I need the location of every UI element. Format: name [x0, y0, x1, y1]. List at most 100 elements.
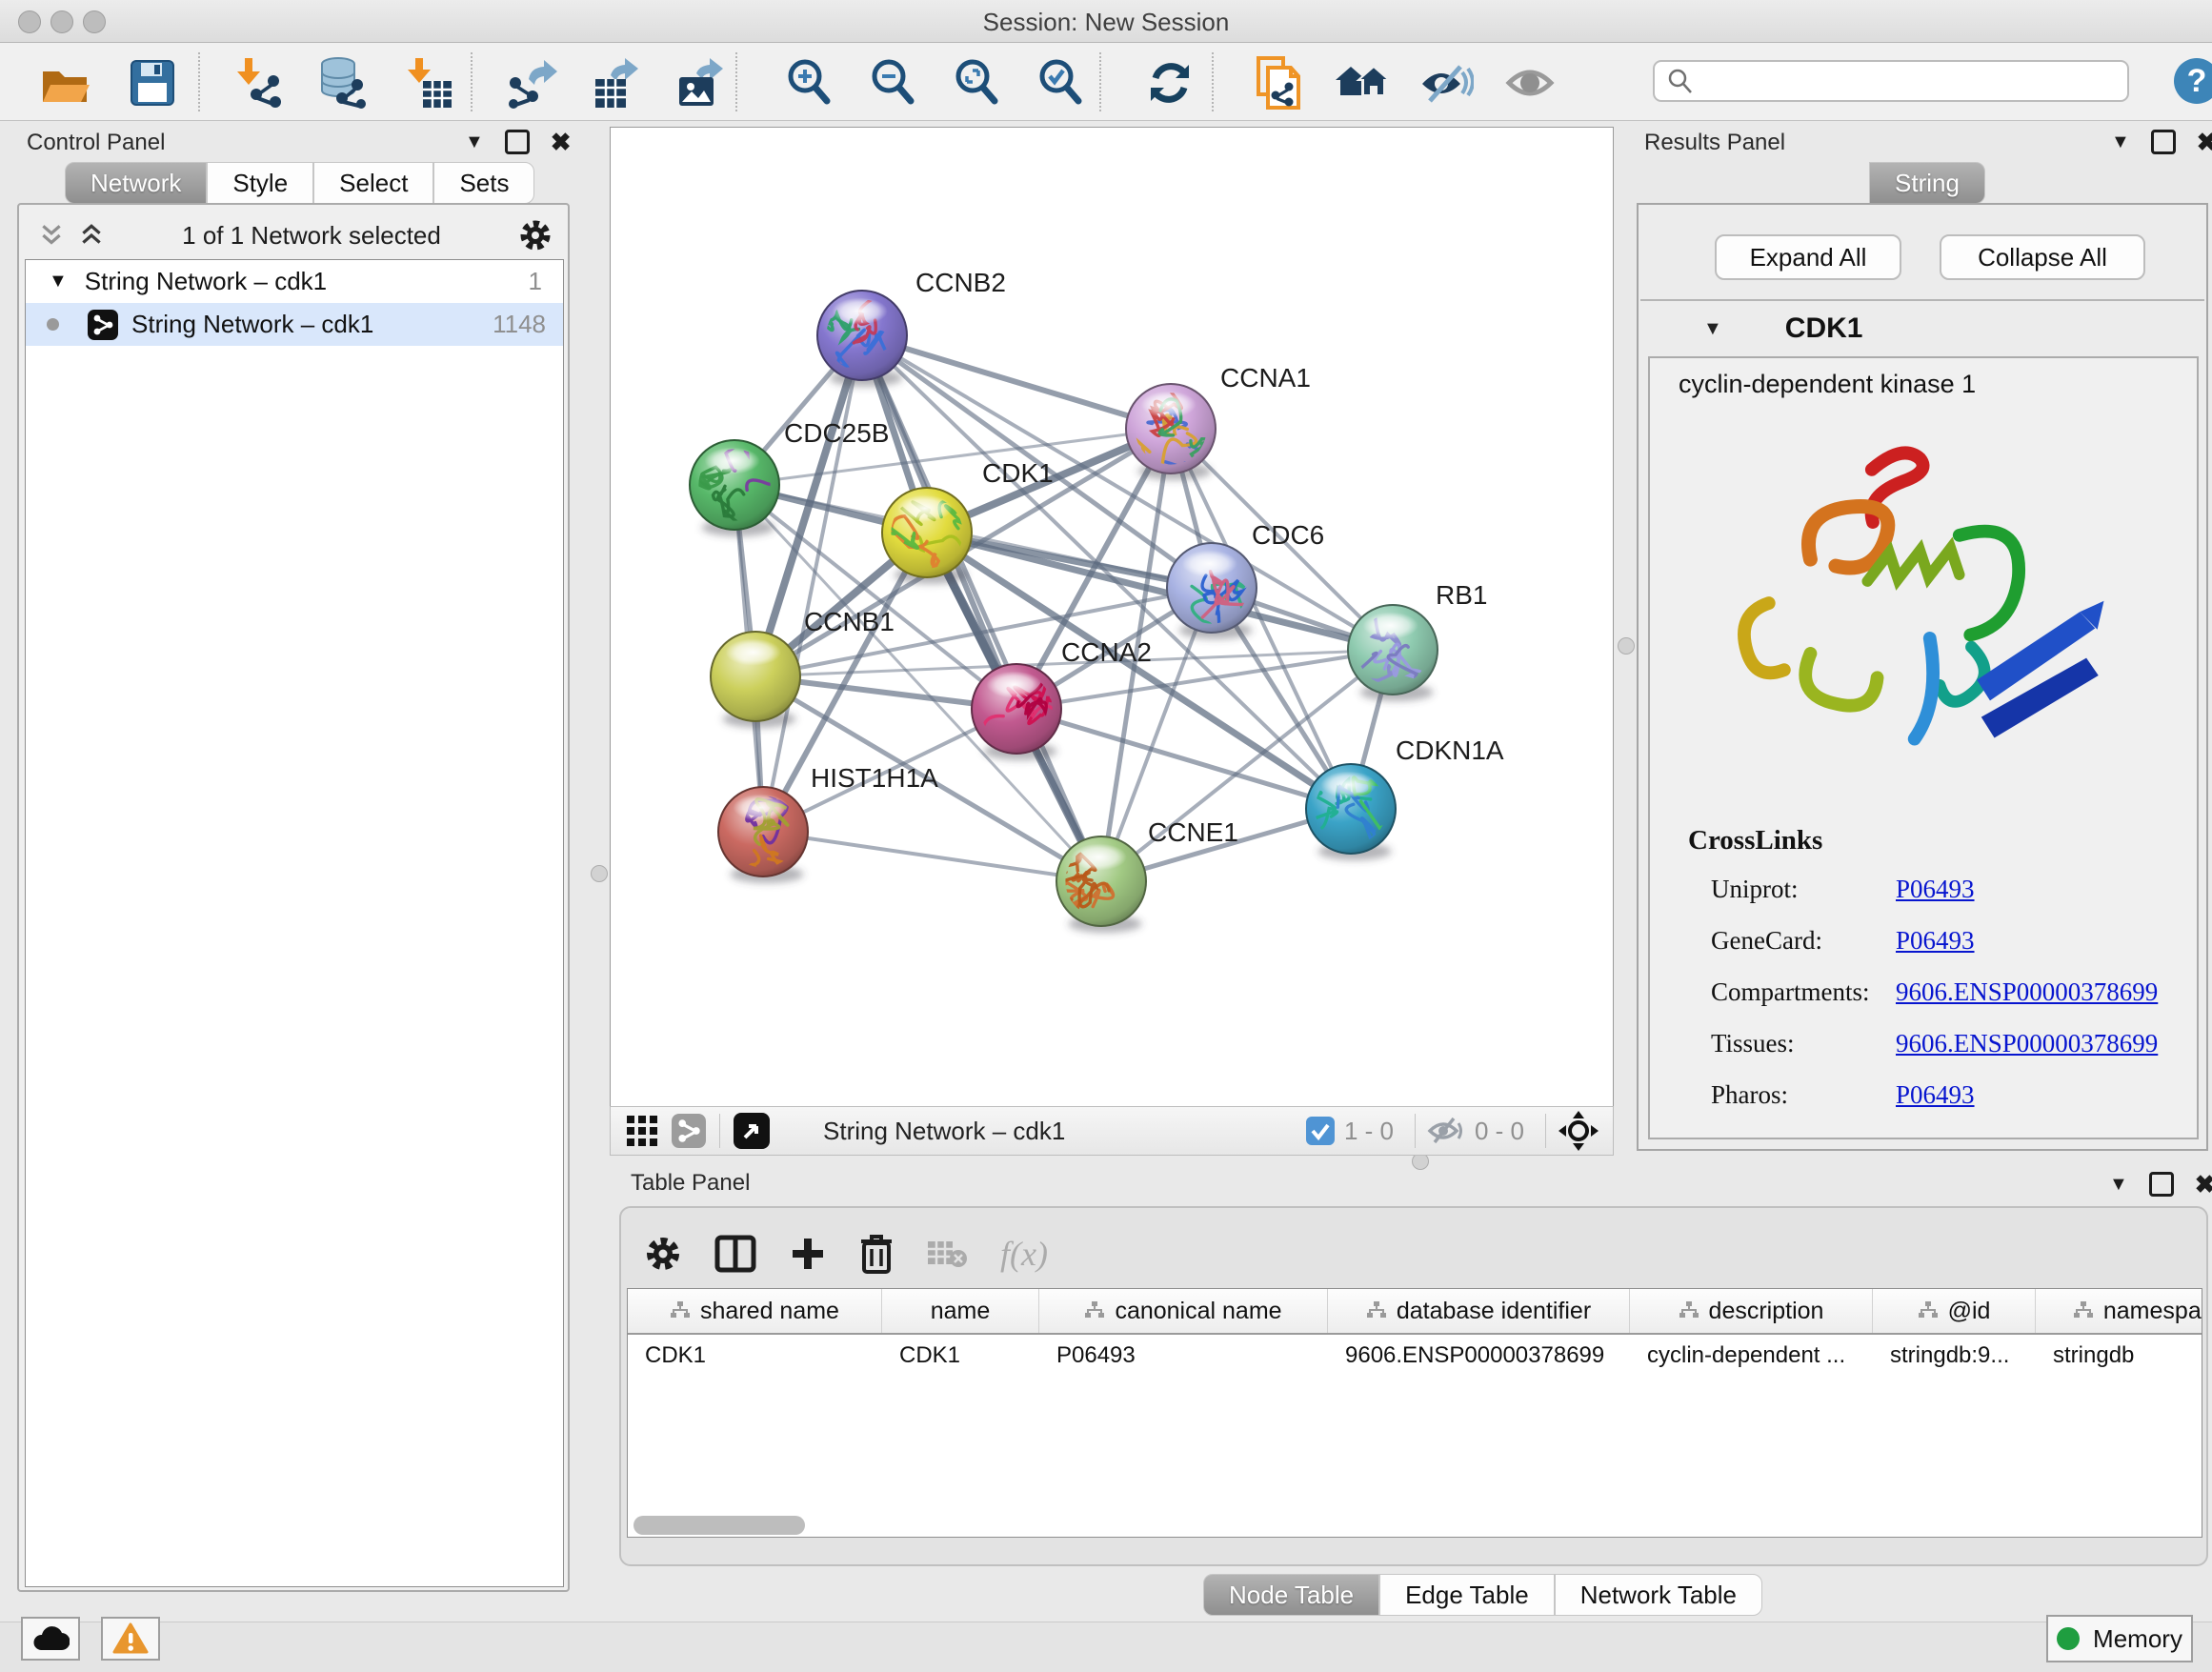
- import-table-button[interactable]: [398, 56, 455, 110]
- collapse-all-networks-icon[interactable]: [38, 222, 65, 249]
- column-header-canonical-name[interactable]: canonical name: [1039, 1289, 1328, 1333]
- crosslink-link[interactable]: P06493: [1896, 1080, 1975, 1110]
- table-row[interactable]: CDK1CDK1P064939606.ENSP00000378699cyclin…: [628, 1335, 2202, 1377]
- tab-network[interactable]: Network: [65, 162, 207, 204]
- graph-node-CDKN1A[interactable]: CDKN1A: [1306, 735, 1504, 860]
- export-table-button[interactable]: [587, 56, 644, 110]
- title-bar: Session: New Session: [0, 0, 2212, 43]
- tab-string[interactable]: String: [1869, 162, 1985, 204]
- show-columns-icon[interactable]: [714, 1235, 756, 1273]
- table-cell[interactable]: CDK1: [628, 1335, 882, 1377]
- network-view-canvas[interactable]: CCNB2CCNA1CDC25BCDK1CDC6RB1CCNB1CCNA2CDK…: [610, 127, 1614, 1108]
- import-network-icon: [231, 56, 287, 110]
- crosslink-link[interactable]: 9606.ENSP00000378699: [1896, 1029, 2158, 1058]
- table-panel-close-icon[interactable]: ✖: [2195, 1175, 2212, 1194]
- table-cell[interactable]: cyclin-dependent ...: [1630, 1335, 1873, 1377]
- zoom-fit-button[interactable]: [949, 56, 1006, 110]
- column-header-name[interactable]: name: [882, 1289, 1039, 1333]
- export-network-button[interactable]: [503, 56, 560, 110]
- memory-button[interactable]: Memory: [2046, 1615, 2193, 1662]
- apply-layout-button[interactable]: [1141, 56, 1198, 110]
- new-network-from-selection-button[interactable]: [1250, 56, 1307, 110]
- crosslink-link[interactable]: 9606.ENSP00000378699: [1896, 977, 2158, 1007]
- graph-edge-CCNB2-CCNE1[interactable]: [862, 335, 1101, 881]
- network-options-gear-icon[interactable]: [518, 218, 553, 252]
- tab-sets[interactable]: Sets: [433, 162, 534, 204]
- navigator-crosshair-icon[interactable]: [1558, 1110, 1599, 1152]
- table-settings-gear-icon[interactable]: [644, 1235, 682, 1273]
- show-all-button[interactable]: [1501, 56, 1558, 110]
- zoom-in-button[interactable]: [781, 56, 838, 110]
- first-neighbors-button[interactable]: [1334, 56, 1391, 110]
- export-image-button[interactable]: [671, 56, 728, 110]
- table-header-row: shared namenamecanonical namedatabase id…: [628, 1289, 2202, 1335]
- column-header-namespace[interactable]: namespace: [2036, 1289, 2202, 1333]
- crosslink-link[interactable]: P06493: [1896, 926, 1975, 956]
- network-tree: ▼ String Network – cdk1 1 String Network…: [25, 259, 564, 1587]
- tab-network-table[interactable]: Network Table: [1555, 1574, 1762, 1616]
- birds-eye-view-icon[interactable]: [626, 1115, 658, 1147]
- selected-checkbox-icon[interactable]: [1306, 1117, 1335, 1145]
- table-cell[interactable]: stringdb:9...: [1873, 1335, 2036, 1377]
- gene-section-header[interactable]: ▼ CDK1: [1640, 303, 2204, 354]
- tab-edge-table[interactable]: Edge Table: [1379, 1574, 1555, 1616]
- hide-selected-button[interactable]: [1418, 56, 1475, 110]
- zoom-selected-button[interactable]: [1033, 56, 1090, 110]
- node-table[interactable]: shared namenamecanonical namedatabase id…: [627, 1288, 2202, 1538]
- tree-expander-icon[interactable]: ▼: [49, 271, 68, 292]
- collapse-all-button[interactable]: Collapse All: [1940, 234, 2145, 280]
- network-row[interactable]: String Network – cdk1 11 48: [26, 303, 563, 346]
- network-graph[interactable]: CCNB2CCNA1CDC25BCDK1CDC6RB1CCNB1CCNA2CDK…: [611, 128, 1613, 1107]
- tab-node-table[interactable]: Node Table: [1203, 1574, 1379, 1616]
- import-network-file-button[interactable]: [231, 56, 288, 110]
- import-table-icon: [400, 56, 453, 110]
- results-panel-float-icon[interactable]: [2151, 130, 2176, 154]
- graph-node-CCNA1[interactable]: CCNA1: [1123, 363, 1311, 480]
- graph-edge-CCNB2-HIST1H1A[interactable]: [763, 335, 862, 832]
- results-panel-collapse-icon[interactable]: ▼: [2111, 131, 2130, 153]
- open-in-window-icon[interactable]: [734, 1113, 770, 1149]
- table-panel-collapse-icon[interactable]: ▼: [2109, 1174, 2128, 1196]
- table-panel-float-icon[interactable]: [2149, 1172, 2174, 1197]
- control-panel-close-icon[interactable]: ✖: [551, 132, 572, 151]
- network-collection-row[interactable]: ▼ String Network – cdk1 1: [26, 260, 563, 303]
- control-panel-float-icon[interactable]: [505, 130, 530, 154]
- graph-mode-icon[interactable]: [672, 1114, 706, 1148]
- right-splitter-handle[interactable]: [1618, 637, 1635, 655]
- control-panel-collapse-icon[interactable]: ▼: [465, 131, 484, 153]
- tab-style[interactable]: Style: [207, 162, 313, 204]
- add-column-icon[interactable]: [789, 1235, 827, 1273]
- table-cell[interactable]: 9606.ENSP00000378699: [1328, 1335, 1630, 1377]
- expand-all-button[interactable]: Expand All: [1715, 234, 1901, 280]
- search-input[interactable]: [1653, 60, 2129, 102]
- left-splitter-handle[interactable]: [591, 865, 608, 882]
- expand-all-networks-icon[interactable]: [78, 222, 105, 249]
- column-header-shared-name[interactable]: shared name: [628, 1289, 882, 1333]
- column-header-database-identifier[interactable]: database identifier: [1328, 1289, 1630, 1333]
- zoom-out-button[interactable]: [865, 56, 922, 110]
- cloud-status-button[interactable]: [21, 1617, 80, 1661]
- column-header-description[interactable]: description: [1630, 1289, 1873, 1333]
- import-network-database-button[interactable]: [314, 56, 372, 110]
- table-cell[interactable]: stringdb: [2036, 1335, 2202, 1377]
- node-label-CCNA1: CCNA1: [1220, 363, 1311, 393]
- warnings-button[interactable]: [101, 1617, 160, 1661]
- crosslink-link[interactable]: P06493: [1896, 875, 1975, 904]
- toolbar-separator: [198, 52, 200, 111]
- open-session-button[interactable]: [36, 56, 93, 110]
- table-hscrollbar-thumb[interactable]: [633, 1516, 805, 1535]
- export-image-icon: [672, 56, 727, 110]
- results-panel-close-icon[interactable]: ✖: [2197, 132, 2212, 151]
- section-expander-icon[interactable]: ▼: [1703, 318, 1722, 340]
- column-header--id[interactable]: @id: [1873, 1289, 2036, 1333]
- table-cell[interactable]: CDK1: [882, 1335, 1039, 1377]
- column-type-icon: [1679, 1300, 1699, 1321]
- table-cell[interactable]: P06493: [1039, 1335, 1328, 1377]
- houses-icon: [1334, 59, 1391, 107]
- help-button[interactable]: ?: [2174, 58, 2212, 104]
- save-session-button[interactable]: [124, 56, 181, 110]
- tab-select[interactable]: Select: [313, 162, 433, 204]
- graph-node-HIST1H1A[interactable]: HIST1H1A: [718, 763, 938, 892]
- delete-column-icon[interactable]: [859, 1234, 894, 1274]
- graph-edge-HIST1H1A-CCNE1[interactable]: [763, 832, 1101, 881]
